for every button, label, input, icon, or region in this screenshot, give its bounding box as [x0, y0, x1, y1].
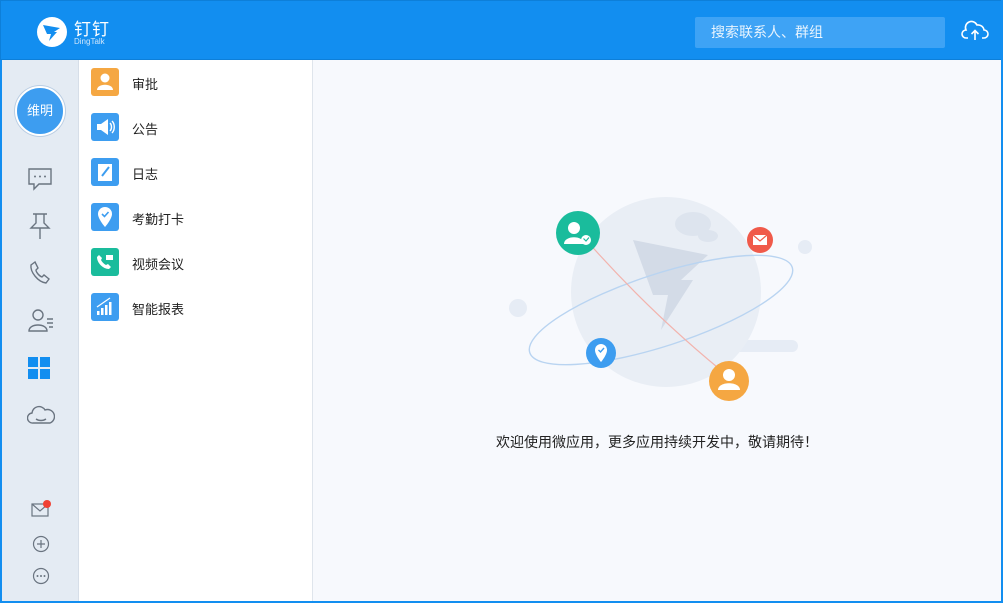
app-label: 审批	[132, 77, 159, 92]
report-icon	[91, 293, 119, 321]
app-item-attendance[interactable]: 考勤打卡	[79, 195, 313, 240]
announcement-icon	[91, 113, 119, 141]
message-icon[interactable]	[27, 166, 53, 197]
title-bar: 钉钉 DingTalk 搜索联系人、群组	[0, 0, 1003, 60]
log-icon	[91, 158, 119, 186]
user-avatar[interactable]: 维明	[15, 86, 65, 136]
cloud-icon[interactable]	[26, 403, 56, 432]
pin-icon[interactable]	[27, 212, 53, 245]
app-item-approval[interactable]: 审批	[79, 60, 313, 105]
apps-grid-icon[interactable]	[27, 356, 51, 385]
brand-english: DingTalk	[74, 37, 105, 46]
app-label: 视频会议	[132, 257, 185, 272]
app-item-video-meeting[interactable]: 视频会议	[79, 240, 313, 285]
contacts-icon[interactable]	[27, 307, 55, 338]
app-label: 日志	[132, 167, 159, 182]
phone-icon[interactable]	[27, 260, 53, 291]
globe-illustration	[493, 180, 823, 425]
cloud-upload-icon[interactable]	[961, 19, 989, 48]
main-content: 欢迎使用微应用，更多应用持续开发中，敬请期待！	[313, 60, 1001, 603]
app-list-panel: 审批 公告 日志 考勤打卡 视频会议 智能报表	[79, 60, 313, 603]
welcome-message: 欢迎使用微应用，更多应用持续开发中，敬请期待！	[496, 434, 818, 450]
app-label: 考勤打卡	[132, 212, 185, 227]
search-input[interactable]: 搜索联系人、群组	[695, 17, 945, 48]
more-icon[interactable]	[32, 567, 50, 590]
app-item-announcement[interactable]: 公告	[79, 105, 313, 150]
approval-icon	[91, 68, 119, 96]
attendance-icon	[91, 203, 119, 231]
notification-badge	[43, 500, 51, 508]
app-label: 公告	[132, 122, 159, 137]
video-meeting-icon	[91, 248, 119, 276]
dingtalk-logo-icon	[37, 17, 67, 47]
app-label: 智能报表	[132, 302, 185, 317]
app-item-report[interactable]: 智能报表	[79, 285, 313, 330]
left-navigation: 维明	[0, 60, 79, 603]
add-icon[interactable]	[32, 535, 50, 558]
app-item-log[interactable]: 日志	[79, 150, 313, 195]
